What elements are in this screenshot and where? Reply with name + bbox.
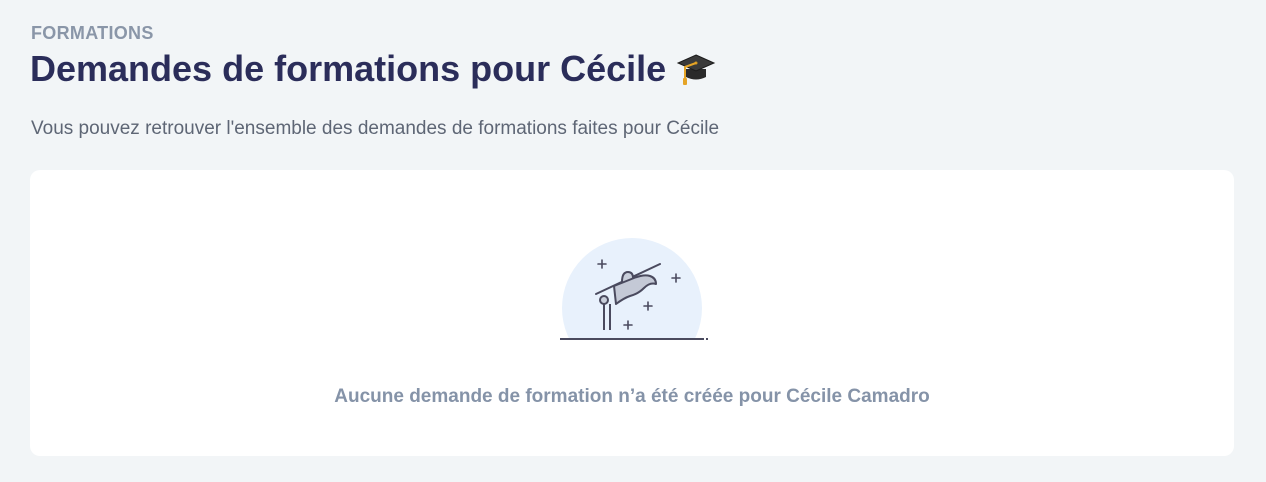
section-eyebrow: FORMATIONS — [31, 23, 154, 43]
graduation-cap-icon — [676, 49, 716, 89]
page-title: Demandes de formations pour Cécile — [30, 48, 667, 89]
page-title-row: Demandes de formations pour Cécile — [30, 48, 716, 90]
page-subtitle: Vous pouvez retrouver l'ensemble des dem… — [31, 118, 720, 139]
empty-state-card: Aucune demande de formation n’a été créé… — [30, 170, 1234, 456]
graduation-cap-illustration-icon — [554, 238, 714, 378]
empty-state-message: Aucune demande de formation n’a été créé… — [334, 386, 930, 407]
